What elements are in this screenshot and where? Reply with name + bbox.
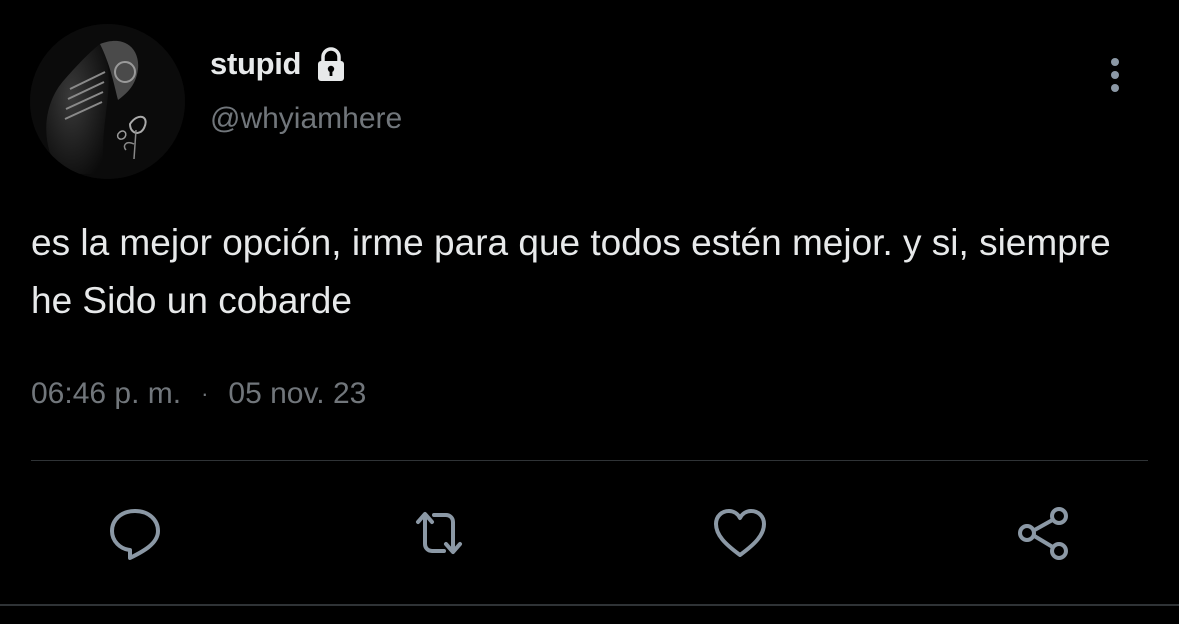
speech-bubble-icon: [110, 509, 160, 560]
display-name[interactable]: stupid: [210, 46, 301, 82]
divider: [31, 460, 1148, 461]
retweet-button[interactable]: [408, 502, 470, 564]
bottom-divider: [0, 604, 1179, 606]
share-button[interactable]: [1012, 502, 1074, 564]
vertical-dots-icon[interactable]: [1094, 54, 1136, 96]
like-button[interactable]: [709, 502, 771, 564]
meta-separator: ·: [201, 381, 209, 406]
tweet-date: 05 nov. 23: [228, 377, 367, 410]
tweet-timestamp-row: 06:46 p. m. · 05 nov. 23: [31, 372, 366, 416]
user-name-row[interactable]: stupid: [210, 42, 351, 86]
tweet-text: es la mejor opción, irme para que todos …: [31, 222, 1111, 321]
avatar-image: [30, 24, 185, 179]
avatar[interactable]: [30, 24, 185, 179]
tweet-time: 06:46 p. m.: [31, 377, 182, 410]
retweet-arrows-icon: [416, 512, 462, 554]
user-handle[interactable]: @whyiamhere: [210, 102, 402, 136]
lock-icon: [318, 47, 345, 81]
reply-button[interactable]: [104, 502, 166, 564]
heart-icon: [714, 509, 766, 557]
share-nodes-icon: [1018, 507, 1068, 560]
